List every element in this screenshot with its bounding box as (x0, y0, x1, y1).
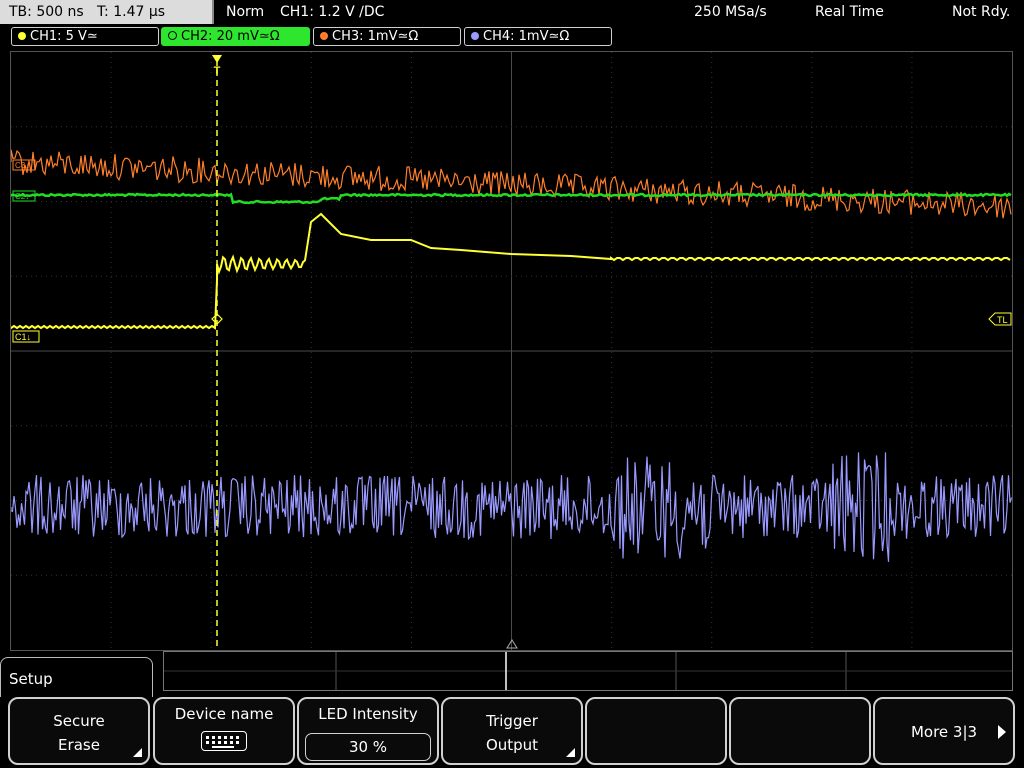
zoom-overview-strip (163, 651, 1013, 691)
led-intensity-value[interactable]: 30 % (305, 733, 431, 761)
more-button[interactable]: More 3|3 (873, 697, 1015, 765)
ch2-label: CH2: 20 mV≃Ω (181, 29, 280, 44)
keyboard-icon (201, 731, 247, 751)
softkey-label: Erase (58, 736, 100, 754)
trigger-level-label: TL (997, 315, 1008, 325)
next-page-icon (998, 725, 1006, 739)
trigger-level-marker[interactable]: TL (988, 312, 1012, 326)
ch2-marker-label: C2↓ (15, 192, 29, 201)
sample-rate: 250 MSa/s (694, 4, 767, 20)
softkey-label: Secure (53, 712, 105, 730)
trigger-marker-label: T (214, 65, 221, 77)
ch1-marker-label: C1↓ (15, 332, 31, 342)
menu-title: Setup (0, 657, 153, 697)
ch1-offset-marker[interactable]: C1↓ (12, 330, 40, 343)
timebase-value: TB: 500 ns (9, 4, 84, 20)
ch1-dot-icon (18, 32, 26, 40)
led-intensity-button[interactable]: LED Intensity 30 % (297, 697, 439, 765)
trigger-output-button[interactable]: Trigger Output (441, 697, 583, 765)
ch3-marker-label: C3↓ (15, 161, 29, 170)
timebase-box[interactable]: TB: 500 ns T: 1.47 µs (0, 0, 214, 24)
status-bar: TB: 500 ns T: 1.47 µs Norm CH1: 1.2 V ∕D… (0, 0, 1024, 24)
menu-title-label: Setup (9, 670, 53, 688)
softkey-5-button[interactable] (585, 697, 727, 765)
ch4-label: CH4: 1mV≃Ω (483, 29, 570, 44)
tab-ch3[interactable]: CH3: 1mV≃Ω (313, 27, 461, 46)
ch3-dot-icon (320, 32, 328, 40)
softkey-label: Device name (174, 705, 274, 723)
tab-ch4[interactable]: CH4: 1mV≃Ω (464, 27, 612, 46)
softkey-label: More 3|3 (910, 723, 978, 741)
ch1-label: CH1: 5 V≃ (30, 29, 98, 44)
trigger-arrow-icon (212, 55, 222, 63)
softkey-label: LED Intensity (318, 705, 418, 723)
tab-ch2[interactable]: CH2: 20 mV≃Ω (161, 27, 310, 46)
trigger-mode[interactable]: Norm (226, 0, 264, 24)
waveform-canvas: T C1↓ C3↓ C2↓ TL (11, 52, 1012, 650)
trigger-position-value: T: 1.47 µs (97, 4, 166, 20)
waveform-display[interactable]: T C1↓ C3↓ C2↓ TL (10, 51, 1013, 651)
tab-ch1[interactable]: CH1: 5 V≃ (11, 27, 159, 46)
acquisition-state: Not Rdy. (952, 4, 1011, 20)
ch4-dot-icon (471, 32, 479, 40)
acquisition-mode: Real Time (815, 4, 884, 20)
ch3-label: CH3: 1mV≃Ω (332, 29, 419, 44)
device-name-button[interactable]: Device name (153, 697, 295, 765)
graticule (11, 52, 1012, 650)
trigger-position-marker[interactable]: T (212, 55, 222, 77)
secure-erase-button[interactable]: Secure Erase (8, 697, 150, 765)
ch1-waveform (11, 212, 1011, 330)
submenu-corner-icon (566, 748, 575, 757)
trigger-source[interactable]: CH1: 1.2 V ∕DC (280, 0, 384, 24)
submenu-corner-icon (133, 748, 142, 757)
softkey-label: Trigger (486, 712, 538, 730)
ch2-dot-icon (168, 31, 177, 40)
softkey-6-button[interactable] (729, 697, 871, 765)
softkey-label: Output (485, 736, 539, 754)
